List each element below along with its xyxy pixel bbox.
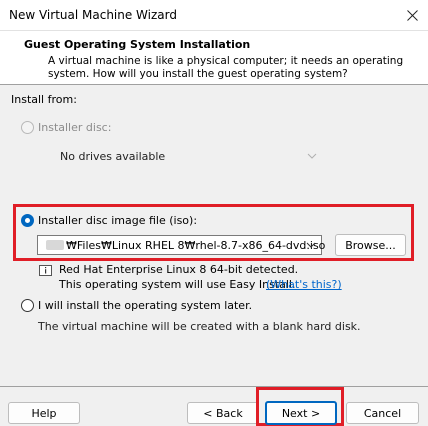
help-button-label: Help	[31, 406, 57, 420]
browse-button-label: Browse...	[345, 238, 396, 252]
back-button-label: < Back	[203, 406, 243, 420]
os-detected-text: Red Hat Enterprise Linux 8 64-bit detect…	[59, 263, 299, 276]
install-later-note: The virtual machine will be created with…	[38, 320, 361, 333]
blurred-path-prefix	[46, 240, 64, 250]
close-icon	[406, 9, 418, 21]
page-description-line2: system. How will you install the guest o…	[48, 68, 348, 80]
easy-install-text: This operating system will use Easy Inst…	[59, 278, 296, 291]
cancel-button[interactable]: Cancel	[346, 402, 419, 424]
close-button[interactable]	[402, 5, 422, 25]
browse-button[interactable]: Browse...	[335, 234, 406, 256]
installer-disc-dropdown-value: No drives available	[60, 150, 166, 163]
install-from-label: Install from:	[11, 93, 77, 106]
installer-iso-label: Installer disc image file (iso):	[38, 214, 198, 227]
installer-disc-radio[interactable]	[21, 121, 34, 134]
wizard-footer: Help < Back Next > Cancel	[0, 387, 428, 426]
chevron-down-icon	[306, 242, 316, 248]
info-icon	[39, 265, 52, 276]
page-description-line1: A virtual machine is like a physical com…	[48, 55, 404, 67]
install-later-label: I will install the operating system late…	[38, 299, 253, 312]
whats-this-link[interactable]: (What's this?)	[266, 278, 342, 291]
wizard-body: Install from: Installer disc: No drives …	[0, 86, 428, 426]
help-button[interactable]: Help	[8, 402, 80, 424]
page-description: A virtual machine is like a physical com…	[48, 55, 418, 81]
cancel-button-label: Cancel	[363, 406, 402, 420]
installer-disc-label: Installer disc:	[38, 121, 112, 134]
chevron-down-icon	[307, 153, 317, 159]
page-title: Guest Operating System Installation	[24, 38, 251, 51]
back-button[interactable]: < Back	[187, 402, 259, 424]
next-button[interactable]: Next >	[265, 401, 337, 425]
title-bar: New Virtual Machine Wizard	[0, 0, 428, 31]
next-button-label: Next >	[281, 406, 321, 420]
window-title: New Virtual Machine Wizard	[9, 8, 177, 22]
iso-path-value: ₩Files₩Linux RHEL 8₩rhel-8.7-x86_64-dvd.…	[66, 239, 326, 252]
installer-disc-dropdown[interactable]: No drives available	[37, 146, 323, 166]
installer-iso-radio[interactable]	[21, 214, 34, 227]
wizard-header: Guest Operating System Installation A vi…	[0, 31, 428, 85]
iso-path-combobox[interactable]: ₩Files₩Linux RHEL 8₩rhel-8.7-x86_64-dvd.…	[37, 235, 326, 255]
install-later-radio[interactable]	[21, 299, 34, 312]
